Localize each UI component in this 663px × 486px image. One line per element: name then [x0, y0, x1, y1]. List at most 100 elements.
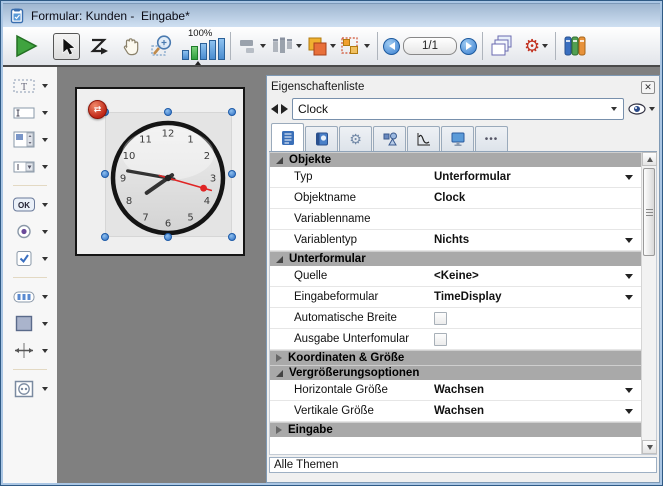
- align-vertical-button[interactable]: [268, 30, 304, 62]
- splitter-widget-icon: [12, 342, 36, 359]
- zoom-bar[interactable]: [182, 50, 189, 60]
- resize-handle-top-center[interactable]: [164, 108, 172, 116]
- chevron-down-icon[interactable]: [42, 349, 48, 353]
- tab-more[interactable]: •••: [475, 126, 508, 151]
- chevron-down-icon[interactable]: [330, 44, 336, 48]
- chevron-down-icon[interactable]: [42, 295, 48, 299]
- toolbox-item-listwidget[interactable]: [12, 131, 48, 148]
- toolbox-item-checkbox[interactable]: [12, 250, 48, 267]
- page-indicator[interactable]: 1/1: [403, 37, 457, 55]
- chevron-down-icon[interactable]: [260, 44, 266, 48]
- lower-widget-button[interactable]: [338, 30, 372, 62]
- settings-button[interactable]: ⚙: [522, 30, 550, 62]
- property-value-dropdown[interactable]: Nichts: [428, 230, 641, 250]
- align-horizontal-button[interactable]: [236, 30, 268, 62]
- section-header-vergroesserung[interactable]: Vergrößerungsoptionen: [270, 365, 641, 380]
- property-value-dropdown[interactable]: <Keine>: [428, 266, 641, 286]
- chevron-down-icon[interactable]: [42, 203, 48, 207]
- toolbox-item-pushbutton[interactable]: OK: [12, 196, 48, 213]
- toolbox-item-progressbar[interactable]: [12, 288, 48, 305]
- section-header-unterformular[interactable]: Unterformular: [270, 251, 641, 266]
- scrollbar-thumb[interactable]: [643, 168, 655, 256]
- section-header-objekte[interactable]: Objekte: [270, 152, 641, 167]
- tab-display[interactable]: [441, 126, 474, 151]
- section-header-koordinaten[interactable]: Koordinaten & Größe: [270, 350, 641, 365]
- resize-handle-middle-right[interactable]: [228, 170, 236, 178]
- chevron-down-icon[interactable]: [649, 107, 655, 111]
- zoom-tool-button[interactable]: [148, 30, 178, 62]
- toolbox-item-socket[interactable]: [12, 380, 48, 397]
- chevron-down-icon[interactable]: [296, 44, 302, 48]
- scroll-up-button[interactable]: [642, 152, 657, 166]
- chevron-down-icon[interactable]: [42, 387, 48, 391]
- design-canvas[interactable]: 121234567891011 ⇄: [57, 67, 266, 483]
- object-selector-combo[interactable]: Clock: [292, 98, 624, 120]
- app-window: Formular: Kunden - Eingabe*: [0, 0, 663, 486]
- resize-handle-bottom-right[interactable]: [228, 233, 236, 241]
- property-value-dropdown[interactable]: Unterformular: [428, 167, 641, 187]
- svg-text:10: 10: [123, 151, 136, 162]
- tab-shapes[interactable]: [373, 126, 406, 151]
- zoom-bars[interactable]: [182, 38, 225, 64]
- filter-bar[interactable]: Alle Themen: [269, 457, 657, 473]
- chevron-down-icon[interactable]: [42, 165, 48, 169]
- chevron-down-icon[interactable]: [542, 44, 548, 48]
- resize-handle-bottom-left[interactable]: [101, 233, 109, 241]
- zoom-bar[interactable]: [200, 43, 207, 60]
- checkbox-unchecked[interactable]: [434, 312, 447, 325]
- chevron-down-icon[interactable]: [42, 322, 48, 326]
- chevron-down-icon[interactable]: [364, 44, 370, 48]
- resize-handle-top-right[interactable]: [228, 108, 236, 116]
- pointer-tool-button[interactable]: [53, 33, 80, 60]
- property-value-dropdown[interactable]: TimeDisplay: [428, 287, 641, 307]
- tab-order-tool-button[interactable]: [86, 30, 112, 62]
- property-value-dropdown[interactable]: Wachsen: [428, 380, 641, 400]
- help-library-button[interactable]: [561, 30, 588, 62]
- zoom-level-control[interactable]: 100%: [182, 28, 225, 64]
- property-tabs: ⚙: [269, 124, 657, 152]
- tab-properties[interactable]: [271, 123, 304, 151]
- toolbox-item-splitter[interactable]: [12, 342, 48, 359]
- toolbox-item-combobox[interactable]: [12, 158, 48, 175]
- tab-settings[interactable]: ⚙: [339, 126, 372, 151]
- form-canvas[interactable]: 121234567891011 ⇄: [75, 87, 245, 256]
- section-header-eingabe[interactable]: Eingabe: [270, 422, 641, 437]
- window-icon[interactable]: [9, 8, 25, 24]
- scroll-down-button[interactable]: [642, 440, 657, 454]
- scrollbar-vertical[interactable]: [641, 152, 656, 454]
- visibility-filter-button[interactable]: [628, 103, 655, 115]
- close-icon[interactable]: ✕: [641, 81, 655, 94]
- toolbox-item-frame[interactable]: [12, 315, 48, 332]
- resize-handle-bottom-center[interactable]: [164, 233, 172, 241]
- next-page-button[interactable]: [460, 38, 477, 55]
- resize-handle-middle-left[interactable]: [101, 170, 109, 178]
- chevron-down-icon[interactable]: [42, 111, 48, 115]
- tab-curves[interactable]: [407, 126, 440, 151]
- analog-clock[interactable]: 121234567891011: [106, 116, 230, 240]
- chevron-down-icon[interactable]: [42, 257, 48, 261]
- chevron-down-icon[interactable]: [42, 138, 48, 142]
- toolbox-item-lineedit[interactable]: [12, 104, 48, 121]
- window-list-button[interactable]: [488, 30, 516, 62]
- zoom-bar-current[interactable]: [191, 46, 198, 60]
- property-value-text[interactable]: Clock: [428, 188, 641, 208]
- tab-data[interactable]: [305, 126, 338, 151]
- chevron-down-icon[interactable]: [42, 84, 48, 88]
- previous-page-button[interactable]: [383, 38, 400, 55]
- pan-tool-button[interactable]: [118, 30, 144, 62]
- chevron-down-icon[interactable]: [42, 230, 48, 234]
- zoom-bar[interactable]: [218, 38, 225, 60]
- run-preview-button[interactable]: [11, 30, 41, 62]
- zoom-bar[interactable]: [209, 40, 216, 60]
- toolbox-item-label[interactable]: T: [12, 77, 48, 94]
- subform-badge-icon[interactable]: ⇄: [88, 100, 107, 119]
- raise-widget-button[interactable]: [304, 30, 338, 62]
- chevron-down-icon[interactable]: [605, 107, 623, 111]
- checkbox-unchecked[interactable]: [434, 333, 447, 346]
- previous-object-button[interactable]: [271, 104, 278, 114]
- next-object-button[interactable]: [281, 104, 288, 114]
- property-value-text[interactable]: [428, 209, 641, 229]
- separator: [230, 32, 231, 60]
- property-value-dropdown[interactable]: Wachsen: [428, 401, 641, 421]
- toolbox-item-radiobutton[interactable]: [12, 223, 48, 240]
